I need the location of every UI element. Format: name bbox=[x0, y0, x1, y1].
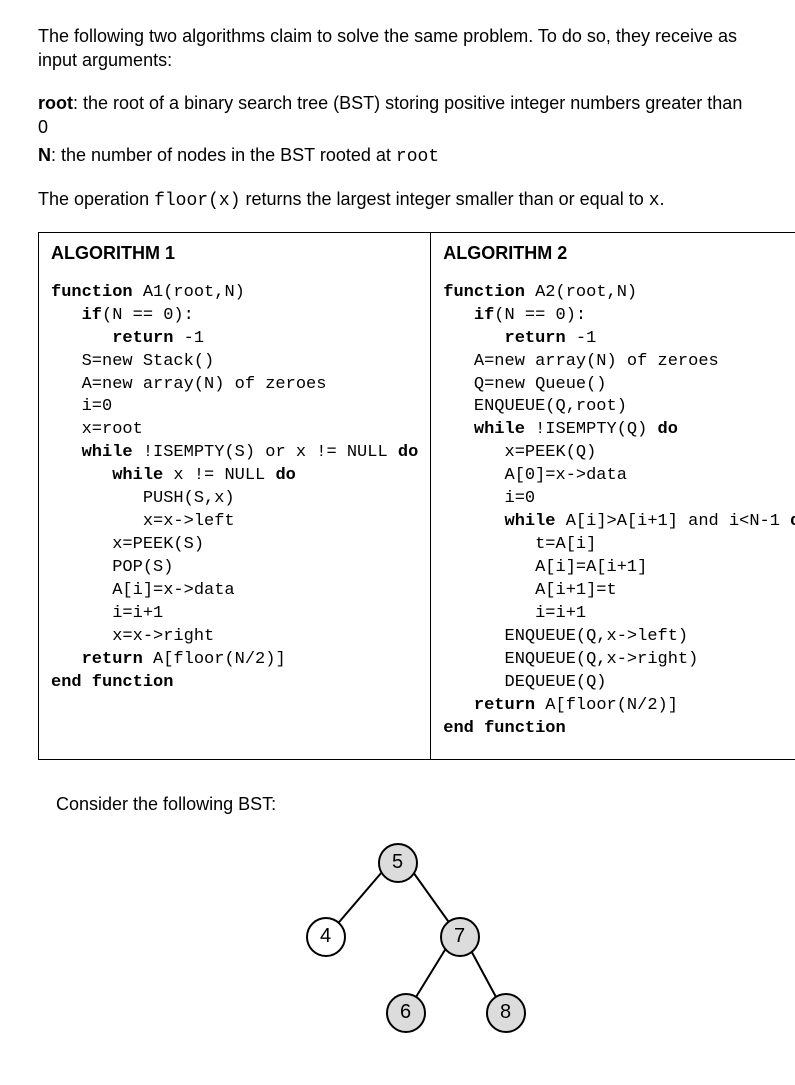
algo2-title: ALGORITHM 2 bbox=[443, 243, 795, 264]
tree-node-8-label: 8 bbox=[500, 1001, 511, 1024]
floor-fn: floor(x) bbox=[154, 191, 240, 211]
floor-post: returns the largest integer smaller than… bbox=[241, 189, 649, 209]
algo1-code: function A1(root,N) if(N == 0): return -… bbox=[51, 282, 418, 695]
root-label: root bbox=[38, 93, 73, 113]
tree-node-8: 8 bbox=[486, 993, 526, 1033]
intro-n-line: N: the number of nodes in the BST rooted… bbox=[38, 143, 757, 169]
algo1-title: ALGORITHM 1 bbox=[51, 243, 418, 264]
floor-period: . bbox=[660, 189, 665, 209]
n-label: N bbox=[38, 145, 51, 165]
intro-root-line: root: the root of a binary search tree (… bbox=[38, 91, 757, 140]
algo1-cell: ALGORITHM 1 function A1(root,N) if(N == … bbox=[39, 232, 431, 759]
tree-node-6-label: 6 bbox=[400, 1001, 411, 1024]
tree-node-4-label: 4 bbox=[320, 925, 331, 948]
consider-text: Consider the following BST: bbox=[56, 794, 757, 815]
intro-block: The following two algorithms claim to so… bbox=[38, 24, 757, 214]
algorithms-table: ALGORITHM 1 function A1(root,N) if(N == … bbox=[38, 232, 795, 760]
algo2-cell: ALGORITHM 2 function A2(root,N) if(N == … bbox=[431, 232, 795, 759]
tree-node-5-label: 5 bbox=[392, 851, 403, 874]
algo2-code: function A2(root,N) if(N == 0): return -… bbox=[443, 282, 795, 741]
root-desc: : the root of a binary search tree (BST)… bbox=[38, 93, 742, 137]
page: The following two algorithms claim to so… bbox=[0, 0, 795, 1085]
tree-node-7-label: 7 bbox=[454, 925, 465, 948]
tree-node-5: 5 bbox=[378, 843, 418, 883]
n-desc-tail: root bbox=[396, 147, 439, 167]
tree-node-6: 6 bbox=[386, 993, 426, 1033]
bst-diagram: 5 4 7 6 8 bbox=[248, 835, 548, 1055]
floor-pre: The operation bbox=[38, 189, 154, 209]
tree-node-4: 4 bbox=[306, 917, 346, 957]
floor-x: x bbox=[649, 191, 660, 211]
tree-node-7: 7 bbox=[440, 917, 480, 957]
intro-floor-line: The operation floor(x) returns the large… bbox=[38, 187, 757, 213]
intro-p1: The following two algorithms claim to so… bbox=[38, 24, 757, 73]
n-desc: : the number of nodes in the BST rooted … bbox=[51, 145, 396, 165]
